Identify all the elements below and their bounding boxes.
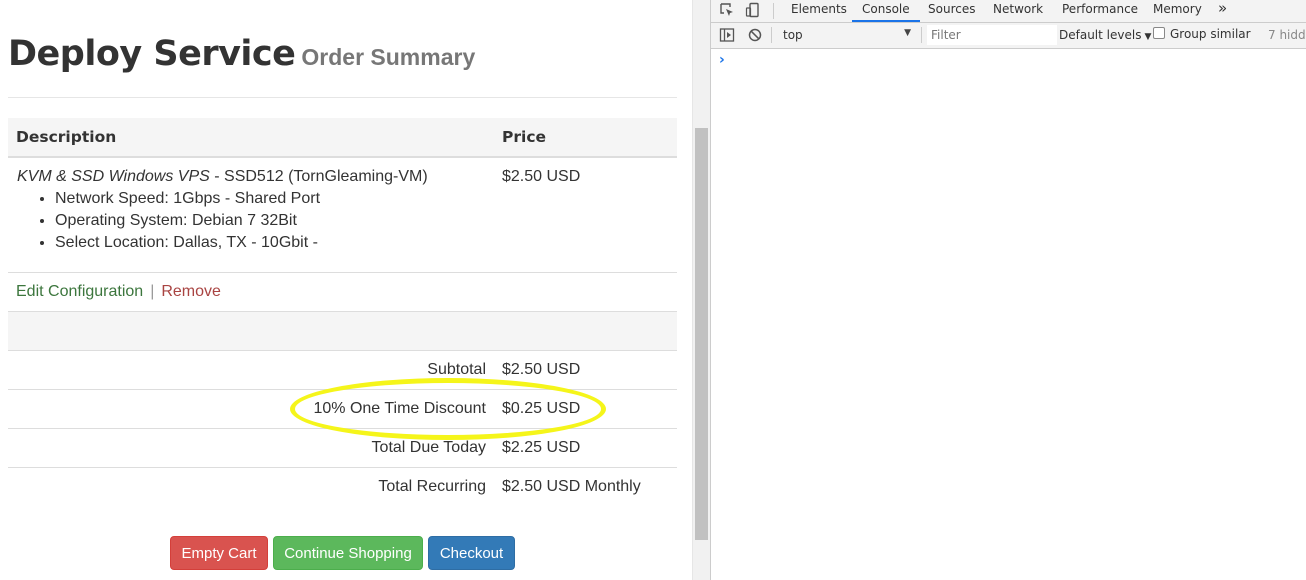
log-levels-dropdown[interactable]: Default levels ▼ xyxy=(1059,28,1151,42)
option-operating-system: Operating System: Debian 7 32Bit xyxy=(55,210,320,232)
product-name: KVM & SSD Windows VPS - SSD512 (TornGlea… xyxy=(17,168,428,186)
tab-performance[interactable]: Performance xyxy=(1062,0,1138,22)
actions-separator: | xyxy=(150,283,155,300)
context-value: top xyxy=(783,28,803,42)
product-name-italic: KVM & SSD Windows VPS xyxy=(17,168,210,185)
checkout-button[interactable]: Checkout xyxy=(428,536,515,570)
subtotal-row: Subtotal $2.50 USD xyxy=(8,351,677,390)
cart-item-row: KVM & SSD Windows VPS - SSD512 (TornGlea… xyxy=(8,158,677,273)
levels-dropdown-icon: ▼ xyxy=(1144,32,1152,42)
page-title: Deploy Service Order Summary xyxy=(8,34,475,74)
log-levels-label: Default levels xyxy=(1059,28,1142,42)
discount-label: 10% One Time Discount xyxy=(313,400,486,417)
edit-configuration-link[interactable]: Edit Configuration xyxy=(16,283,143,300)
header-price: Price xyxy=(502,128,547,146)
total-recurring-row: Total Recurring $2.50 USD Monthly xyxy=(8,468,677,507)
table-spacer-row xyxy=(8,312,677,351)
group-similar-option[interactable]: Group similar xyxy=(1153,27,1251,41)
console-prompt-icon[interactable]: › xyxy=(719,52,725,68)
total-recurring-value: $2.50 USD Monthly xyxy=(502,478,641,495)
group-similar-label: Group similar xyxy=(1170,27,1251,41)
page-title-main: Deploy Service xyxy=(8,34,296,74)
option-network-speed: Network Speed: 1Gbps - Shared Port xyxy=(55,188,320,210)
title-divider xyxy=(8,97,677,98)
empty-cart-button[interactable]: Empty Cart xyxy=(170,536,268,570)
item-actions-row: Edit Configuration | Remove xyxy=(8,273,677,312)
devtools-panel: Elements Console Sources Network Perform… xyxy=(710,0,1306,580)
tab-network[interactable]: Network xyxy=(993,0,1043,22)
item-actions: Edit Configuration | Remove xyxy=(16,283,221,301)
context-dropdown-icon: ▼ xyxy=(904,28,911,38)
continue-shopping-button[interactable]: Continue Shopping xyxy=(273,536,423,570)
product-options-list: Network Speed: 1Gbps - Shared Port Opera… xyxy=(17,188,320,254)
subtotal-value: $2.50 USD xyxy=(502,361,581,378)
subtotal-label: Subtotal xyxy=(427,361,486,378)
group-similar-checkbox[interactable] xyxy=(1153,27,1165,39)
page-subtitle: Order Summary xyxy=(301,44,476,70)
console-toolbar: top ▼ Default levels▼ Group similar 7 hi… xyxy=(711,23,1306,49)
hidden-messages-count: 7 hidde xyxy=(1268,28,1306,42)
device-toolbar-icon[interactable] xyxy=(745,2,761,18)
web-page: Deploy Service Order Summary Description … xyxy=(0,0,692,580)
console-filter-input[interactable] xyxy=(927,25,1057,45)
sidebar-toggle-icon[interactable] xyxy=(719,27,735,43)
total-due-label: Total Due Today xyxy=(371,439,486,456)
inspect-element-icon[interactable] xyxy=(719,2,735,18)
total-recurring-label: Total Recurring xyxy=(378,478,486,495)
tab-memory[interactable]: Memory xyxy=(1153,0,1202,22)
tab-sources[interactable]: Sources xyxy=(928,0,975,22)
toolbar-separator xyxy=(771,27,772,43)
total-due-value: $2.25 USD xyxy=(502,439,581,456)
product-price: $2.50 USD xyxy=(502,168,581,185)
tab-console[interactable]: Console xyxy=(852,0,920,22)
discount-row: 10% One Time Discount $0.25 USD xyxy=(8,390,677,429)
tab-bar-separator xyxy=(773,3,774,19)
toolbar-separator-2 xyxy=(921,27,922,43)
clear-console-icon[interactable] xyxy=(747,27,763,43)
context-selector[interactable]: top ▼ xyxy=(779,25,915,45)
discount-value: $0.25 USD xyxy=(502,400,581,417)
remove-link[interactable]: Remove xyxy=(161,283,221,300)
option-location: Select Location: Dallas, TX - 10Gbit - xyxy=(55,232,320,254)
product-name-detail: - SSD512 (TornGleaming-VM) xyxy=(209,168,428,185)
devtools-tab-bar: Elements Console Sources Network Perform… xyxy=(711,0,1306,23)
total-due-row: Total Due Today $2.25 USD xyxy=(8,429,677,468)
page-scrollbar[interactable] xyxy=(692,0,710,580)
scrollbar-thumb[interactable] xyxy=(695,128,708,540)
table-header: Description Price xyxy=(8,118,677,158)
tab-elements[interactable]: Elements xyxy=(791,0,847,22)
more-tabs-icon[interactable]: » xyxy=(1218,0,1227,22)
header-description: Description xyxy=(16,128,117,146)
